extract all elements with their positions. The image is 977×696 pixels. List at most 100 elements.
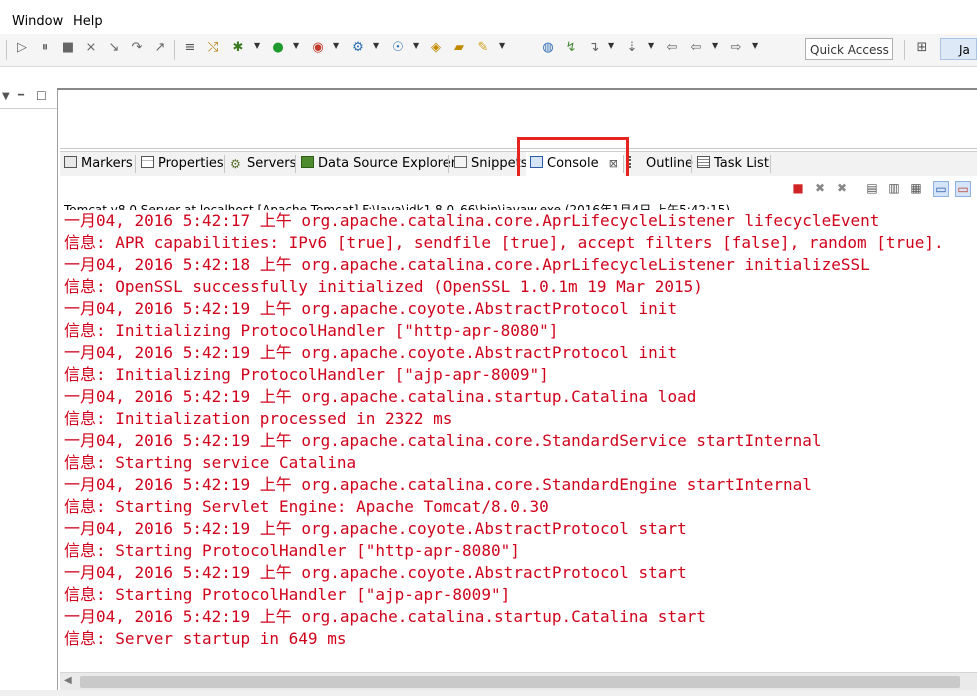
console-line: 信息: Starting ProtocolHandler ["ajp-apr-8… [64, 585, 511, 604]
new-java-class-icon[interactable]: ☉ [390, 40, 406, 56]
tab-markers[interactable]: Markers [64, 152, 133, 176]
tab-properties[interactable]: Properties [141, 152, 224, 176]
console-line: 信息: Starting Servlet Engine: Apache Tomc… [64, 497, 549, 516]
toolbar-separator [174, 40, 175, 60]
globe-icon[interactable]: ◍ [540, 40, 556, 56]
console-line: 一月04, 2016 5:42:19 上午 org.apache.catalin… [64, 475, 812, 494]
chevron-down-icon[interactable]: ▼ [752, 41, 758, 50]
main-toolbar: ▷ ⏸ ■ ⨯ ↘ ↷ ↗ ≡ ⤭ ✱ ▼ ● ▼ ◉ ▼ ⚙ ▼ ☉ ▼ ◈ … [0, 34, 977, 67]
disconnect-icon[interactable]: ⨯ [83, 40, 99, 56]
horizontal-scrollbar[interactable]: ◀ [60, 672, 977, 691]
console-line: 信息: APR capabilities: IPv6 [true], sendf… [64, 233, 944, 252]
open-folder-icon[interactable]: ▰ [451, 40, 467, 56]
remove-all-terminated-icon[interactable]: ✖ [835, 181, 849, 195]
use-step-filters-icon[interactable]: ≡ [182, 40, 198, 56]
scrollbar-thumb[interactable] [80, 676, 960, 688]
chevron-down-icon[interactable]: ▼ [254, 41, 260, 50]
maximize-icon[interactable]: ☐ [36, 89, 47, 103]
markers-icon [64, 156, 77, 168]
java-perspective-button[interactable]: Ja [940, 38, 977, 60]
search-icon[interactable]: ✎ [475, 40, 491, 56]
tab-separator [448, 155, 449, 173]
step-into-icon[interactable]: ↘ [106, 40, 122, 56]
chevron-down-icon[interactable]: ▼ [499, 41, 505, 50]
remove-launch-icon[interactable]: ✖ [813, 181, 827, 195]
chevron-down-icon[interactable]: ▼ [608, 41, 614, 50]
tab-outline[interactable]: Outline [629, 152, 693, 176]
chevron-down-icon[interactable]: ▼ [333, 41, 339, 50]
console-line: 一月04, 2016 5:42:19 上午 org.apache.coyote.… [64, 563, 687, 582]
console-tab-highlight [517, 137, 629, 180]
clear-console-icon[interactable]: ▤ [865, 181, 879, 195]
console-line: 一月04, 2016 5:42:19 上午 org.apache.coyote.… [64, 343, 678, 362]
show-stderr-icon[interactable]: ▭ [955, 181, 971, 197]
console-line: 信息: Initializing ProtocolHandler ["ajp-a… [64, 365, 549, 384]
external-tools-icon[interactable]: ◉ [310, 40, 326, 56]
toolbar-separator [904, 40, 905, 60]
back-icon[interactable]: ⇦ [688, 40, 704, 56]
left-pane-header: ▼ ━ ☐ [0, 88, 57, 109]
tab-label: Servers [247, 156, 297, 171]
chevron-down-icon[interactable]: ▼ [712, 41, 718, 50]
tab-separator [770, 155, 771, 173]
menu-window[interactable]: Window [12, 14, 63, 29]
tab-label: Data Source Explorer [318, 156, 457, 171]
chevron-down-icon[interactable]: ▼ [648, 41, 654, 50]
console-line: 一月04, 2016 5:42:17 上午 org.apache.catalin… [64, 211, 880, 230]
view-menu-icon[interactable]: ▼ [2, 91, 10, 102]
suspend-icon[interactable]: ⏸ [37, 40, 53, 56]
new-server-icon[interactable]: ⚙ [350, 40, 366, 56]
next-annotation-icon[interactable]: ↯ [563, 40, 579, 56]
open-perspective-icon[interactable]: ⊞ [914, 40, 930, 56]
tab-label: Outline [646, 156, 694, 171]
tab-label: Markers [81, 156, 133, 171]
data-source-icon [301, 156, 314, 168]
properties-icon [141, 156, 154, 168]
tab-task-list[interactable]: Task List [697, 152, 769, 176]
quick-access-input[interactable]: Quick Access [805, 38, 893, 60]
back-to-edit-icon[interactable]: ⇦ [664, 40, 680, 56]
console-line: 信息: Starting service Catalina [64, 453, 357, 472]
chevron-down-icon[interactable]: ▼ [413, 41, 419, 50]
step-return-icon[interactable]: ↗ [152, 40, 168, 56]
tab-label: Task List [714, 156, 769, 171]
chevron-down-icon[interactable]: ▼ [373, 41, 379, 50]
console-line: 一月04, 2016 5:42:19 上午 org.apache.coyote.… [64, 519, 687, 538]
skip-breakpoints-icon[interactable]: ⤭ [205, 40, 221, 56]
open-type-icon[interactable]: ◈ [428, 40, 444, 56]
perspective-label: Ja [959, 43, 970, 57]
console-line: 信息: Starting ProtocolHandler ["http-apr-… [64, 541, 520, 560]
tab-label: Properties [158, 156, 224, 171]
scroll-lock-icon[interactable]: ▥ [887, 181, 901, 195]
tab-servers[interactable]: ⚙ Servers [230, 152, 296, 176]
last-edit-icon[interactable]: ⇣ [624, 40, 640, 56]
console-line: 一月04, 2016 5:42:19 上午 org.apache.catalin… [64, 607, 706, 626]
tab-separator [135, 155, 136, 173]
menu-bar: Window Help [0, 12, 977, 32]
servers-icon: ⚙ [230, 157, 241, 171]
console-line: 信息: Initializing ProtocolHandler ["http-… [64, 321, 559, 340]
chevron-down-icon[interactable]: ▼ [293, 41, 299, 50]
toolbar-separator [6, 40, 7, 60]
tab-separator [295, 155, 296, 173]
console-line: 一月04, 2016 5:42:19 上午 org.apache.catalin… [64, 431, 822, 450]
debug-bug-icon[interactable]: ✱ [230, 40, 246, 56]
console-line: 信息: Initialization processed in 2322 ms [64, 409, 453, 428]
step-over-icon[interactable]: ↷ [129, 40, 145, 56]
terminate-icon[interactable]: ■ [60, 40, 76, 56]
show-stdout-icon[interactable]: ▭ [933, 181, 949, 197]
word-wrap-icon[interactable]: ▦ [909, 181, 923, 195]
menu-help[interactable]: Help [73, 14, 103, 29]
prev-annotation-icon[interactable]: ↴ [586, 40, 602, 56]
resume-icon[interactable]: ▷ [14, 40, 30, 56]
terminate-icon[interactable]: ■ [791, 181, 805, 195]
console-output[interactable]: 一月04, 2016 5:42:17 上午 org.apache.catalin… [60, 210, 977, 672]
tab-separator [224, 155, 225, 173]
minimize-icon[interactable]: ━ [18, 90, 24, 101]
tab-data-source-explorer[interactable]: Data Source Explorer [301, 152, 456, 176]
task-list-icon [697, 156, 710, 168]
forward-icon[interactable]: ⇨ [728, 40, 744, 56]
run-icon[interactable]: ● [270, 40, 286, 56]
console-line: 一月04, 2016 5:42:19 上午 org.apache.catalin… [64, 387, 697, 406]
scroll-left-icon[interactable]: ◀ [64, 675, 72, 686]
